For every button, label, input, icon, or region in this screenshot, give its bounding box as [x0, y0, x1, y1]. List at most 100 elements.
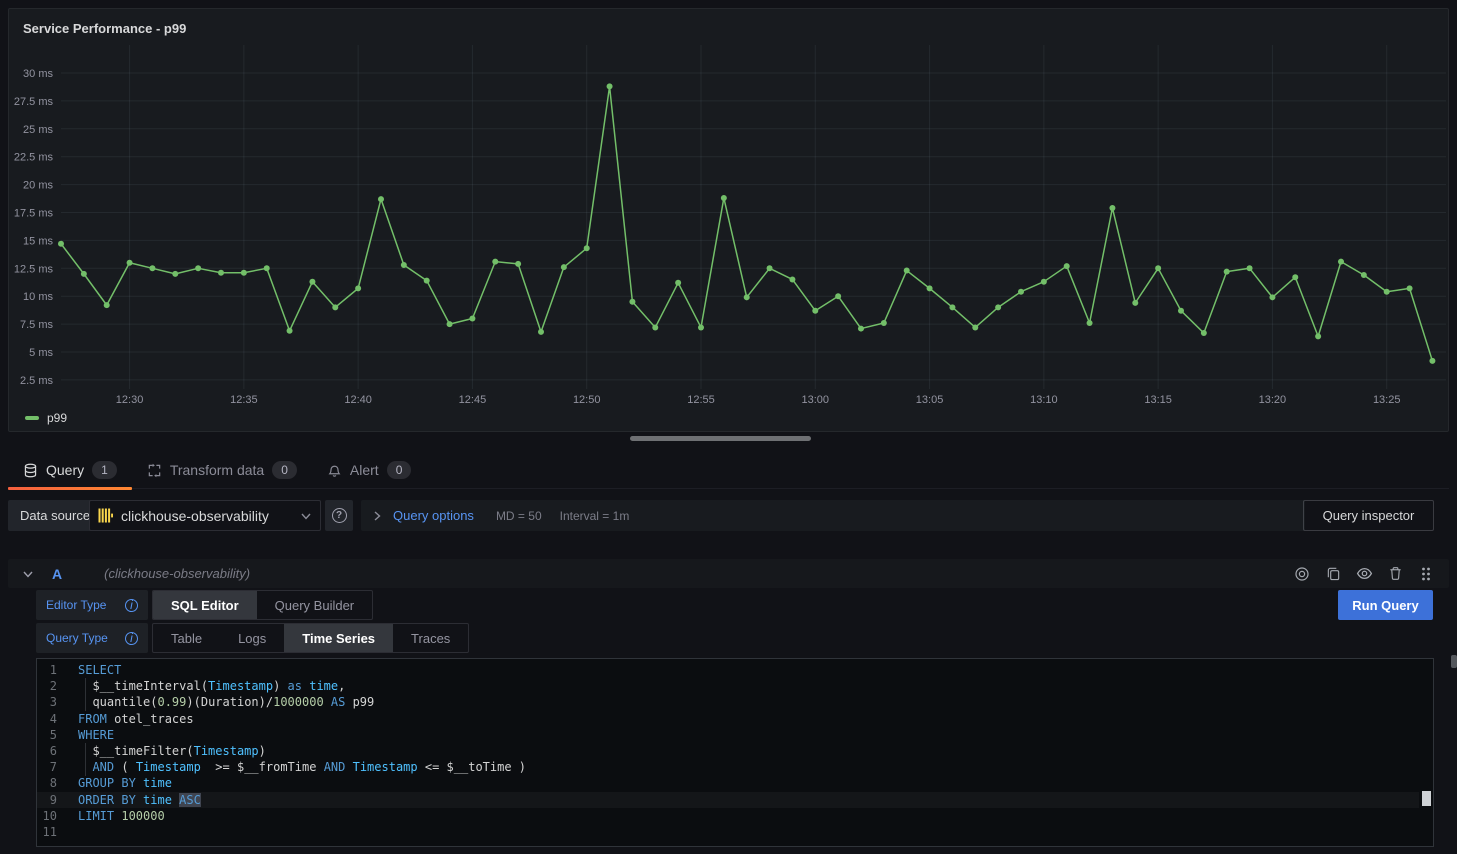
code-line-1[interactable]: 1SELECT	[37, 662, 1419, 678]
line-number: 1	[37, 662, 57, 678]
code-line-2[interactable]: 2 $__timeInterval(Timestamp) as time,	[37, 678, 1419, 694]
code-line-3[interactable]: 3 quantile(0.99)(Duration)/1000000 AS p9…	[37, 694, 1419, 710]
code-lines[interactable]: 1SELECT2 $__timeInterval(Timestamp) as t…	[37, 662, 1419, 840]
query-type-table[interactable]: Table	[153, 624, 220, 652]
query-type-switch: Table Logs Time Series Traces	[152, 623, 469, 653]
bell-icon	[327, 463, 342, 478]
duplicate-query-icon[interactable]	[1324, 565, 1342, 583]
tab-query-count: 1	[92, 461, 117, 479]
svg-text:12.5 ms: 12.5 ms	[14, 263, 54, 275]
svg-text:22.5 ms: 22.5 ms	[14, 152, 54, 164]
page-scrollbar-thumb[interactable]	[1451, 655, 1457, 668]
drag-grip-icon[interactable]	[1417, 565, 1435, 583]
transform-icon	[147, 463, 162, 478]
query-options-md: MD = 50	[496, 509, 542, 523]
svg-text:20 ms: 20 ms	[23, 180, 53, 192]
tab-alert-count: 0	[387, 461, 412, 479]
svg-text:30 ms: 30 ms	[23, 68, 53, 80]
database-icon	[23, 463, 38, 478]
editor-type-query-builder[interactable]: Query Builder	[257, 591, 372, 619]
svg-text:12:55: 12:55	[687, 394, 715, 406]
svg-text:13:10: 13:10	[1030, 394, 1058, 406]
collapse-chevron-icon[interactable]	[22, 568, 34, 580]
line-number: 9	[37, 792, 57, 808]
line-number: 8	[37, 775, 57, 791]
timeseries-panel: Service Performance - p99 30 ms27.5 ms25…	[8, 8, 1449, 432]
datasource-picker[interactable]: clickhouse-observability	[89, 500, 321, 531]
code-line-10[interactable]: 10LIMIT 100000	[37, 808, 1419, 824]
query-refid[interactable]: A	[52, 566, 62, 582]
code-line-9[interactable]: 9ORDER BY time ASC	[37, 792, 1419, 808]
svg-text:15 ms: 15 ms	[23, 235, 53, 247]
svg-text:13:25: 13:25	[1373, 394, 1401, 406]
datasource-name: clickhouse-observability	[121, 508, 292, 524]
tab-transform-data[interactable]: Transform data 0	[132, 452, 312, 489]
datasource-label: Data source	[8, 500, 102, 531]
tab-alert-label: Alert	[350, 462, 379, 478]
info-circle-icon[interactable]: i	[125, 632, 138, 645]
tab-alert[interactable]: Alert 0	[312, 452, 426, 489]
query-type-traces[interactable]: Traces	[393, 624, 468, 652]
code-line-4[interactable]: 4FROM otel_traces	[37, 711, 1419, 727]
svg-text:12:30: 12:30	[116, 394, 144, 406]
code-text: WHERE	[57, 727, 114, 743]
tab-transform-label: Transform data	[170, 462, 264, 478]
code-text: GROUP BY time	[57, 775, 172, 791]
code-text: ORDER BY time ASC	[57, 792, 201, 808]
code-line-6[interactable]: 6 $__timeFilter(Timestamp)	[37, 743, 1419, 759]
query-options-toggle[interactable]: Query options	[393, 508, 474, 523]
editor-type-label: Editor Type i	[36, 590, 148, 620]
run-query-button[interactable]: Run Query	[1338, 590, 1433, 620]
code-line-11[interactable]: 11	[37, 824, 1419, 840]
code-line-7[interactable]: 7 AND ( Timestamp >= $__fromTime AND Tim…	[37, 759, 1419, 775]
tab-transform-count: 0	[272, 461, 297, 479]
delete-query-trash-icon[interactable]	[1386, 565, 1404, 583]
query-options-bar: Query options MD = 50 Interval = 1m	[361, 500, 1305, 531]
svg-text:25 ms: 25 ms	[23, 124, 53, 136]
line-number: 10	[37, 808, 57, 824]
svg-text:12:35: 12:35	[230, 394, 258, 406]
svg-text:7.5 ms: 7.5 ms	[20, 319, 54, 331]
code-line-5[interactable]: 5WHERE	[37, 727, 1419, 743]
record-circle-icon[interactable]	[1293, 565, 1311, 583]
svg-text:10 ms: 10 ms	[23, 291, 53, 303]
tab-query-label: Query	[46, 462, 84, 478]
editor-type-switch: SQL Editor Query Builder	[152, 590, 373, 620]
query-type-time-series[interactable]: Time Series	[284, 624, 393, 652]
question-circle-icon: ?	[332, 508, 347, 523]
query-type-logs[interactable]: Logs	[220, 624, 284, 652]
code-text: $__timeFilter(Timestamp)	[57, 743, 266, 759]
chevron-right-icon[interactable]	[371, 510, 383, 522]
svg-text:13:05: 13:05	[916, 394, 944, 406]
chart-legend[interactable]: p99	[25, 411, 67, 425]
svg-text:12:45: 12:45	[459, 394, 487, 406]
hide-query-eye-icon[interactable]	[1355, 565, 1373, 583]
datasource-help-button[interactable]: ?	[325, 500, 353, 531]
editor-tabs: Query 1 Transform data 0 Alert 0	[8, 452, 1449, 489]
info-circle-icon[interactable]: i	[125, 599, 138, 612]
code-text	[57, 824, 78, 840]
svg-text:12:50: 12:50	[573, 394, 601, 406]
panel-resize-handle[interactable]	[630, 436, 811, 441]
line-number: 7	[37, 759, 57, 775]
tab-query[interactable]: Query 1	[8, 452, 132, 489]
query-options-interval: Interval = 1m	[560, 509, 630, 523]
chevron-down-icon	[300, 510, 312, 522]
editor-type-sql-editor[interactable]: SQL Editor	[153, 591, 257, 619]
code-text: AND ( Timestamp >= $__fromTime AND Times…	[57, 759, 526, 775]
query-type-label: Query Type i	[36, 623, 148, 653]
svg-text:5 ms: 5 ms	[29, 347, 53, 359]
svg-text:2.5 ms: 2.5 ms	[20, 375, 54, 387]
sql-code-editor[interactable]: 1SELECT2 $__timeInterval(Timestamp) as t…	[36, 658, 1434, 847]
svg-text:13:20: 13:20	[1259, 394, 1287, 406]
line-number: 6	[37, 743, 57, 759]
line-number: 3	[37, 694, 57, 710]
overview-ruler-cursor	[1422, 791, 1431, 806]
line-number: 4	[37, 711, 57, 727]
query-datasource-hint: (clickhouse-observability)	[104, 566, 250, 581]
query-inspector-button[interactable]: Query inspector	[1303, 500, 1434, 531]
code-line-8[interactable]: 8GROUP BY time	[37, 775, 1419, 791]
code-text: SELECT	[57, 662, 121, 678]
query-row-header[interactable]: A (clickhouse-observability)	[8, 559, 1449, 588]
timeseries-chart[interactable]: 30 ms27.5 ms25 ms22.5 ms20 ms17.5 ms15 m…	[9, 9, 1448, 431]
